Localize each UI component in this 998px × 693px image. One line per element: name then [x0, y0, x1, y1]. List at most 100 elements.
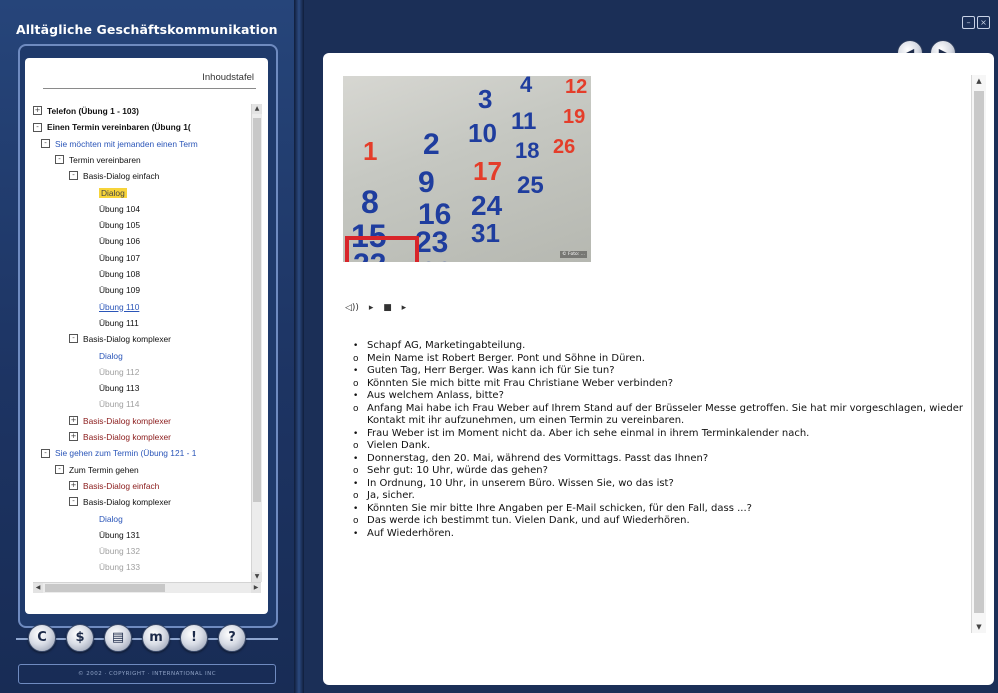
mail-icon[interactable]: m	[142, 624, 170, 652]
expand-icon[interactable]: +	[33, 106, 42, 116]
collapse-icon[interactable]: -	[55, 155, 64, 165]
content-vertical-scrollbar[interactable]: ▲ ▼	[971, 75, 986, 633]
toc-item[interactable]: Übung 113	[99, 381, 139, 395]
close-icon[interactable]: ×	[977, 16, 990, 29]
scroll-right-arrow-icon[interactable]: ▶	[251, 583, 261, 593]
toc-item[interactable]: Übung 110	[99, 300, 139, 314]
bullet-icon: o	[353, 491, 359, 501]
dollar-icon[interactable]: $	[66, 624, 94, 652]
scroll-down-arrow-icon[interactable]: ▼	[972, 621, 986, 633]
toc-vertical-scrollbar[interactable]: ▲ ▼	[251, 104, 262, 582]
scroll-up-arrow-icon[interactable]: ▲	[252, 104, 262, 114]
app-title: Alltägliche Geschäftskommunikation	[16, 22, 278, 37]
toc-item[interactable]: Übung 107	[99, 251, 140, 265]
notes-icon[interactable]: ▤	[104, 624, 132, 652]
stop-icon[interactable]: ▸	[402, 303, 407, 313]
collapse-icon[interactable]: -	[69, 497, 78, 507]
scroll-left-arrow-icon[interactable]: ◀	[33, 583, 43, 593]
play-icon[interactable]: ▸	[369, 303, 374, 313]
scroll-thumb[interactable]	[974, 91, 984, 613]
collapse-icon[interactable]: -	[41, 138, 50, 148]
collapse-icon[interactable]: -	[69, 171, 78, 181]
toc-item[interactable]: Übung 132	[99, 544, 140, 558]
toc-item[interactable]: + Basis-Dialog einfach	[69, 479, 159, 493]
scroll-down-arrow-icon[interactable]: ▼	[252, 572, 262, 582]
toc-item[interactable]: Übung 131	[99, 528, 140, 542]
calendar-day-number: 19	[563, 106, 586, 128]
expand-icon[interactable]: +	[69, 481, 78, 491]
dialog-text: Das werde ich bestimmt tun. Vielen Dank,…	[367, 515, 690, 526]
toc-item[interactable]: - Sie möchten mit jemanden einen Term	[41, 137, 198, 151]
info-icon[interactable]: !	[180, 624, 208, 652]
calendar-day-number: 23	[415, 226, 449, 259]
toc-item[interactable]: + Basis-Dialog komplexer	[69, 414, 171, 428]
calendar-day-number: 2	[423, 128, 440, 161]
dialog-text: Donnerstag, den 20. Mai, während des Vor…	[367, 452, 709, 464]
toc-tree: + Telefon (Übung 1 - 103) - Einen Termin ve…	[33, 104, 251, 582]
toc-item[interactable]: + Telefon (Übung 1 - 103)	[33, 104, 139, 118]
toc-item[interactable]: Übung 109	[99, 283, 140, 297]
toc-item[interactable]: - Basis-Dialog komplexer	[69, 332, 171, 346]
help-icon[interactable]: ?	[218, 624, 246, 652]
toc-item[interactable]: Übung 106	[99, 234, 140, 248]
calendar-day-number: 17	[473, 156, 502, 186]
bullet-icon: •	[353, 366, 359, 376]
calendar-day-number: 9	[418, 166, 435, 199]
calendar-day-number: 3	[478, 84, 493, 114]
toc-item-label: Basis-Dialog komplexer	[83, 415, 171, 426]
toc-item[interactable]: - Einen Termin vereinbaren (Übung 1(	[33, 120, 191, 134]
scroll-thumb[interactable]	[253, 118, 261, 502]
toc-item[interactable]: + Basis-Dialog komplexer	[69, 430, 171, 444]
toc-item[interactable]: Übung 114	[99, 397, 139, 411]
bullet-icon: o	[353, 403, 359, 414]
dialog-line: • In Ordnung, 10 Uhr, in unserem Büro. Wi…	[353, 478, 963, 491]
minimize-icon[interactable]: –	[962, 16, 975, 29]
toc-item[interactable]: - Basis-Dialog einfach	[69, 169, 159, 183]
bullet-icon: •	[353, 391, 359, 401]
toc-item-label: Übung 113	[99, 383, 140, 394]
dialog-text: Sehr gut: 10 Uhr, würde das gehen?	[367, 465, 548, 476]
toc-item[interactable]: Dialog	[99, 512, 123, 526]
toc-item[interactable]: Dialog	[99, 186, 127, 200]
table-of-contents: Inhoudstafel + Telefon (Übung 1 - 103) - Ei…	[25, 58, 268, 614]
expand-icon[interactable]: +	[69, 415, 78, 425]
pause-icon[interactable]: ■	[383, 303, 392, 313]
collapse-icon[interactable]: -	[55, 464, 64, 474]
toc-item[interactable]: Dialog	[99, 349, 123, 363]
calendar-day-number: 12	[565, 76, 588, 98]
restart-icon[interactable]: C	[28, 624, 56, 652]
toc-item[interactable]: - Basis-Dialog komplexer	[69, 495, 171, 509]
window-controls: – ×	[960, 10, 990, 29]
calendar-day-number: 25	[517, 172, 544, 199]
toc-item[interactable]: Übung 105	[99, 218, 140, 232]
calendar-day-number: 10	[468, 118, 497, 148]
bullet-icon: •	[353, 528, 359, 539]
calendar-image: © Foto: ... 3 4 12 2 10 11 18 19 1 9 17 26 8 16 24 25 15…	[343, 76, 591, 262]
toc-item-label: Übung 104	[99, 203, 140, 214]
toc-horizontal-scrollbar[interactable]: ◀ ▶	[33, 582, 261, 593]
dialog-line: • Könnten Sie mir bitte Ihre Angaben per …	[353, 503, 963, 516]
toc-item[interactable]: - Sie gehen zum Termin (Übung 121 - 1	[41, 446, 196, 460]
speaker-icon[interactable]: ◁))	[345, 303, 359, 313]
toc-item[interactable]: - Zum Termin gehen	[55, 463, 139, 477]
collapse-icon[interactable]: -	[41, 448, 50, 458]
toc-item[interactable]: Übung 108	[99, 267, 140, 281]
toc-item[interactable]: - Termin vereinbaren	[55, 153, 141, 167]
dialog-text: In Ordnung, 10 Uhr, in unserem Büro. Wis…	[367, 477, 674, 489]
scroll-up-arrow-icon[interactable]: ▲	[972, 75, 986, 87]
toc-item[interactable]: Übung 133	[99, 560, 140, 574]
toc-item[interactable]: Übung 112	[99, 365, 139, 379]
scroll-thumb[interactable]	[45, 584, 165, 592]
dialog-text: Aus welchem Anlass, bitte?	[367, 390, 504, 401]
expand-icon[interactable]: +	[69, 432, 78, 442]
toc-item[interactable]: Übung 104	[99, 202, 140, 216]
calendar-day-number: 26	[553, 136, 576, 158]
toc-item-label: Übung 114	[99, 399, 140, 410]
dialog-line: • Donnerstag, den 20. Mai, während des Vo…	[353, 453, 963, 466]
image-caption: © Foto: ...	[560, 251, 587, 258]
toc-item[interactable]: Übung 111	[99, 316, 139, 330]
collapse-icon[interactable]: -	[69, 334, 78, 344]
audio-controls: ◁)) ▸ ■ ▸	[345, 303, 413, 313]
collapse-icon[interactable]: -	[33, 122, 42, 132]
bullet-icon: •	[353, 428, 359, 439]
